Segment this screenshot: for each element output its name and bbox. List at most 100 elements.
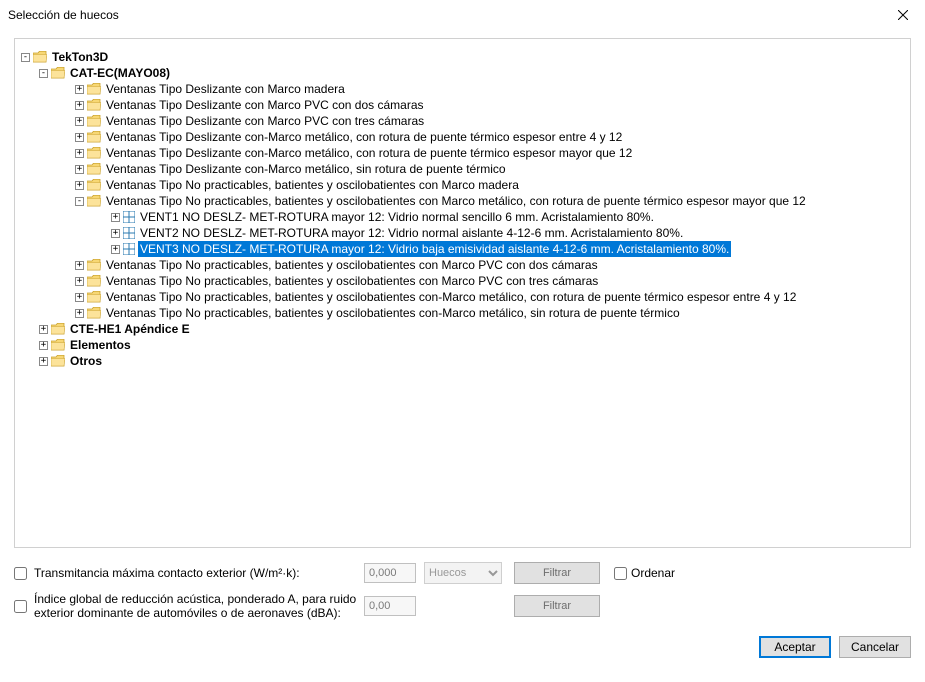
tree-node-root[interactable]: - TekTon3D <box>21 49 904 65</box>
tree-label: TekTon3D <box>50 49 110 65</box>
filter-panel: Transmitancia máxima contacto exterior (… <box>14 562 911 620</box>
indice-label: Índice global de reducción acústica, pon… <box>34 592 364 620</box>
tree-node[interactable]: + Ventanas Tipo Deslizante con Marco made… <box>21 81 904 97</box>
tree-label: Ventanas Tipo Deslizante con-Marco metál… <box>104 161 508 177</box>
transmitancia-checkbox[interactable] <box>14 567 27 580</box>
window-icon <box>123 227 135 239</box>
expand-icon[interactable]: + <box>75 309 84 318</box>
tree-node[interactable]: + Ventanas Tipo Deslizante con-Marco metá… <box>21 161 904 177</box>
tree-label: Ventanas Tipo Deslizante con Marco mader… <box>104 81 347 97</box>
filtrar-button-2[interactable]: Filtrar <box>514 595 600 617</box>
tree-label: Ventanas Tipo No practicables, batientes… <box>104 273 600 289</box>
folder-icon <box>33 51 47 63</box>
expand-icon[interactable]: + <box>75 181 84 190</box>
tree-node[interactable]: + Ventanas Tipo Deslizante con-Marco metá… <box>21 145 904 161</box>
tree-label: Ventanas Tipo Deslizante con-Marco metál… <box>104 145 634 161</box>
tree-label: Otros <box>68 353 104 369</box>
tree-label: Ventanas Tipo Deslizante con Marco PVC c… <box>104 113 426 129</box>
ordenar-label: Ordenar <box>631 566 675 580</box>
tree-node[interactable]: + Otros <box>21 353 904 369</box>
tree-item-label: VENT3 NO DESLZ- MET-ROTURA mayor 12: Vid… <box>138 241 731 257</box>
tree-item[interactable]: + VENT2 NO DESLZ- MET-ROTURA mayor 12: Vi… <box>21 225 904 241</box>
tree-label: Ventanas Tipo Deslizante con Marco PVC c… <box>104 97 426 113</box>
tree-label: Ventanas Tipo No practicables, batientes… <box>104 305 682 321</box>
ordenar-group[interactable]: Ordenar <box>614 566 714 580</box>
folder-icon <box>87 131 101 143</box>
folder-icon <box>87 259 101 271</box>
expand-icon[interactable]: + <box>111 213 120 222</box>
close-button[interactable] <box>880 0 925 30</box>
tree-node[interactable]: + Elementos <box>21 337 904 353</box>
tree-node[interactable]: + Ventanas Tipo Deslizante con-Marco metá… <box>21 129 904 145</box>
expand-icon[interactable]: + <box>75 101 84 110</box>
folder-icon <box>51 323 65 335</box>
transmitancia-input[interactable] <box>364 563 416 583</box>
expand-icon[interactable]: + <box>75 165 84 174</box>
tree-node[interactable]: + Ventanas Tipo No practicables, batiente… <box>21 257 904 273</box>
folder-icon <box>51 355 65 367</box>
tree-node[interactable]: + Ventanas Tipo No practicables, batiente… <box>21 305 904 321</box>
collapse-icon[interactable]: - <box>21 53 30 62</box>
filtrar-button-1[interactable]: Filtrar <box>514 562 600 584</box>
collapse-icon[interactable]: - <box>39 69 48 78</box>
tree-label: CAT-EC(MAYO08) <box>68 65 172 81</box>
title-bar: Selección de huecos <box>0 0 925 30</box>
indice-checkbox[interactable] <box>14 600 27 613</box>
tree-node[interactable]: + Ventanas Tipo No practicables, batiente… <box>21 177 904 193</box>
folder-icon <box>87 179 101 191</box>
tree-node[interactable]: + Ventanas Tipo No practicables, batiente… <box>21 289 904 305</box>
expand-icon[interactable]: + <box>75 149 84 158</box>
transmitancia-label: Transmitancia máxima contacto exterior (… <box>34 566 364 580</box>
tree-label: Ventanas Tipo Deslizante con-Marco metál… <box>104 129 624 145</box>
tree-node-catec[interactable]: - CAT-EC(MAYO08) <box>21 65 904 81</box>
tree-label: Ventanas Tipo No practicables, batientes… <box>104 193 808 209</box>
collapse-icon[interactable]: - <box>75 197 84 206</box>
tree-item-label: VENT2 NO DESLZ- MET-ROTURA mayor 12: Vid… <box>138 225 685 241</box>
folder-icon <box>87 147 101 159</box>
tree[interactable]: - TekTon3D - CAT-EC(MAYO08) + Ventanas Ti… <box>21 49 904 369</box>
window-icon <box>123 211 135 223</box>
tree-label: CTE-HE1 Apéndice E <box>68 321 192 337</box>
tree-label: Elementos <box>68 337 133 353</box>
folder-icon <box>87 291 101 303</box>
tree-item[interactable]: + VENT3 NO DESLZ- MET-ROTURA mayor 12: Vi… <box>21 241 904 257</box>
expand-icon[interactable]: + <box>75 117 84 126</box>
tree-panel: - TekTon3D - CAT-EC(MAYO08) + Ventanas Ti… <box>14 38 911 548</box>
expand-icon[interactable]: + <box>75 293 84 302</box>
dialog-body: - TekTon3D - CAT-EC(MAYO08) + Ventanas Ti… <box>0 30 925 672</box>
expand-icon[interactable]: + <box>39 357 48 366</box>
expand-icon[interactable]: + <box>39 325 48 334</box>
tree-label: Ventanas Tipo No practicables, batientes… <box>104 177 521 193</box>
folder-icon <box>87 275 101 287</box>
folder-icon <box>87 83 101 95</box>
folder-icon <box>87 195 101 207</box>
expand-icon[interactable]: + <box>111 245 120 254</box>
accept-button[interactable]: Aceptar <box>759 636 831 658</box>
tree-label: Ventanas Tipo No practicables, batientes… <box>104 257 600 273</box>
expand-icon[interactable]: + <box>75 85 84 94</box>
tree-item-label: VENT1 NO DESLZ- MET-ROTURA mayor 12: Vid… <box>138 209 656 225</box>
expand-icon[interactable]: + <box>111 229 120 238</box>
folder-icon <box>51 339 65 351</box>
folder-icon <box>87 307 101 319</box>
dialog-footer: Aceptar Cancelar <box>14 636 911 658</box>
tree-node[interactable]: + Ventanas Tipo Deslizante con Marco PVC … <box>21 113 904 129</box>
tree-node[interactable]: + CTE-HE1 Apéndice E <box>21 321 904 337</box>
tree-node[interactable]: + Ventanas Tipo Deslizante con Marco PVC … <box>21 97 904 113</box>
expand-icon[interactable]: + <box>75 133 84 142</box>
cancel-button[interactable]: Cancelar <box>839 636 911 658</box>
indice-input[interactable] <box>364 596 416 616</box>
expand-icon[interactable]: + <box>75 277 84 286</box>
folder-icon <box>87 115 101 127</box>
tree-node-expanded[interactable]: - Ventanas Tipo No practicables, batient… <box>21 193 904 209</box>
tree-node[interactable]: + Ventanas Tipo No practicables, batiente… <box>21 273 904 289</box>
huecos-select[interactable]: Huecos <box>424 562 502 584</box>
ordenar-checkbox[interactable] <box>614 567 627 580</box>
tree-item[interactable]: + VENT1 NO DESLZ- MET-ROTURA mayor 12: Vi… <box>21 209 904 225</box>
close-icon <box>898 10 908 20</box>
window-icon <box>123 243 135 255</box>
tree-label: Ventanas Tipo No practicables, batientes… <box>104 289 798 305</box>
expand-icon[interactable]: + <box>39 341 48 350</box>
folder-icon <box>51 67 65 79</box>
expand-icon[interactable]: + <box>75 261 84 270</box>
